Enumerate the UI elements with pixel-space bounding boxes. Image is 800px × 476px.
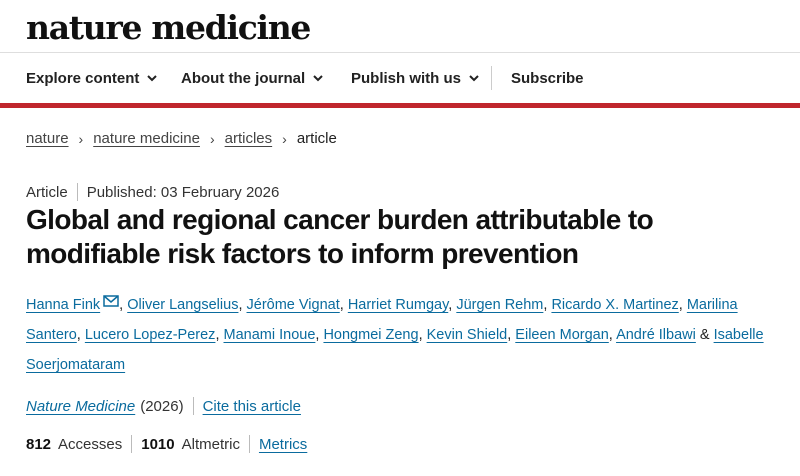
author-link[interactable]: Lucero Lopez-Perez <box>85 327 216 343</box>
author-link[interactable]: André Ilbawi <box>616 327 696 343</box>
accent-bar <box>0 103 800 108</box>
metrics-link[interactable]: Metrics <box>259 436 307 453</box>
nav-divider <box>491 66 492 90</box>
nav-subscribe[interactable]: Subscribe <box>511 70 584 87</box>
author-link[interactable]: Eileen Morgan <box>515 327 609 343</box>
metrics-divider <box>131 435 133 453</box>
nav-publish-label: Publish with us <box>351 69 462 87</box>
chevron-right-icon: › <box>209 130 215 147</box>
mail-icon[interactable] <box>103 295 119 307</box>
accesses-count: 812 <box>26 435 52 453</box>
chevron-right-icon: › <box>282 130 287 147</box>
breadcrumb-nature[interactable]: nature <box>26 130 69 147</box>
author-link[interactable]: Kevin Shield <box>427 327 508 343</box>
chevron-down-icon <box>313 75 323 82</box>
cite-this-article-link[interactable]: Cite this article <box>203 398 301 415</box>
article-type: Article <box>26 183 68 201</box>
author-link[interactable]: Hanna Fink <box>26 297 100 313</box>
nav-about-the-journal[interactable]: About the journal <box>181 70 325 87</box>
altmetric-count: 1010 <box>141 435 175 453</box>
accesses-label: Accesses <box>58 435 123 453</box>
masthead: nature medicine <box>26 6 311 50</box>
author-list: Hanna Fink, Oliver Langselius, Jérôme Vi… <box>26 295 764 373</box>
site-logo[interactable]: nature medicine <box>26 6 311 50</box>
publication-year: (2026) <box>140 397 184 415</box>
article-metrics: 812 Accesses 1010 Altmetric Metrics <box>26 435 307 453</box>
chevron-right-icon: › <box>78 130 84 147</box>
journal-link[interactable]: Nature Medicine <box>26 398 135 415</box>
nav-about-label: About the journal <box>181 69 306 87</box>
breadcrumb-articles[interactable]: articles <box>225 130 273 147</box>
author-link[interactable]: Hongmei Zeng <box>323 327 418 343</box>
citation-line: Nature Medicine (2026) Cite this article <box>26 397 301 415</box>
author-link[interactable]: Ricardo X. Martinez <box>551 297 678 313</box>
publish-date: Published: 03 February 2026 <box>86 183 280 201</box>
chevron-down-icon <box>469 75 479 82</box>
author-link[interactable]: Jérôme Vignat <box>247 297 340 313</box>
metrics-divider <box>248 435 250 453</box>
author-link[interactable]: Manami Inoue <box>224 327 316 343</box>
author-link[interactable]: Jürgen Rehm <box>456 297 543 313</box>
altmetric-label: Altmetric <box>181 435 240 453</box>
breadcrumb-nature-medicine[interactable]: nature medicine <box>93 130 200 147</box>
nav-explore-label: Explore content <box>26 69 140 87</box>
author-ampersand: & <box>699 327 710 343</box>
article-meta: Article Published: 03 February 2026 <box>26 183 279 201</box>
article-title: Global and regional cancer burden attrib… <box>26 204 654 269</box>
breadcrumb: nature › nature medicine › articles › ar… <box>26 130 337 147</box>
main-nav: Explore content About the journal Publis… <box>0 54 800 102</box>
nav-publish-with-us[interactable]: Publish with us <box>351 70 481 87</box>
nav-subscribe-label: Subscribe <box>511 69 584 87</box>
author-link[interactable]: Harriet Rumgay <box>348 297 448 313</box>
breadcrumb-current: article <box>296 130 337 147</box>
citation-divider <box>192 397 194 415</box>
nav-explore-content[interactable]: Explore content <box>26 70 159 87</box>
meta-divider <box>76 183 78 201</box>
author-link[interactable]: Oliver Langselius <box>127 297 238 313</box>
header-divider <box>0 52 800 53</box>
chevron-down-icon <box>147 75 158 82</box>
